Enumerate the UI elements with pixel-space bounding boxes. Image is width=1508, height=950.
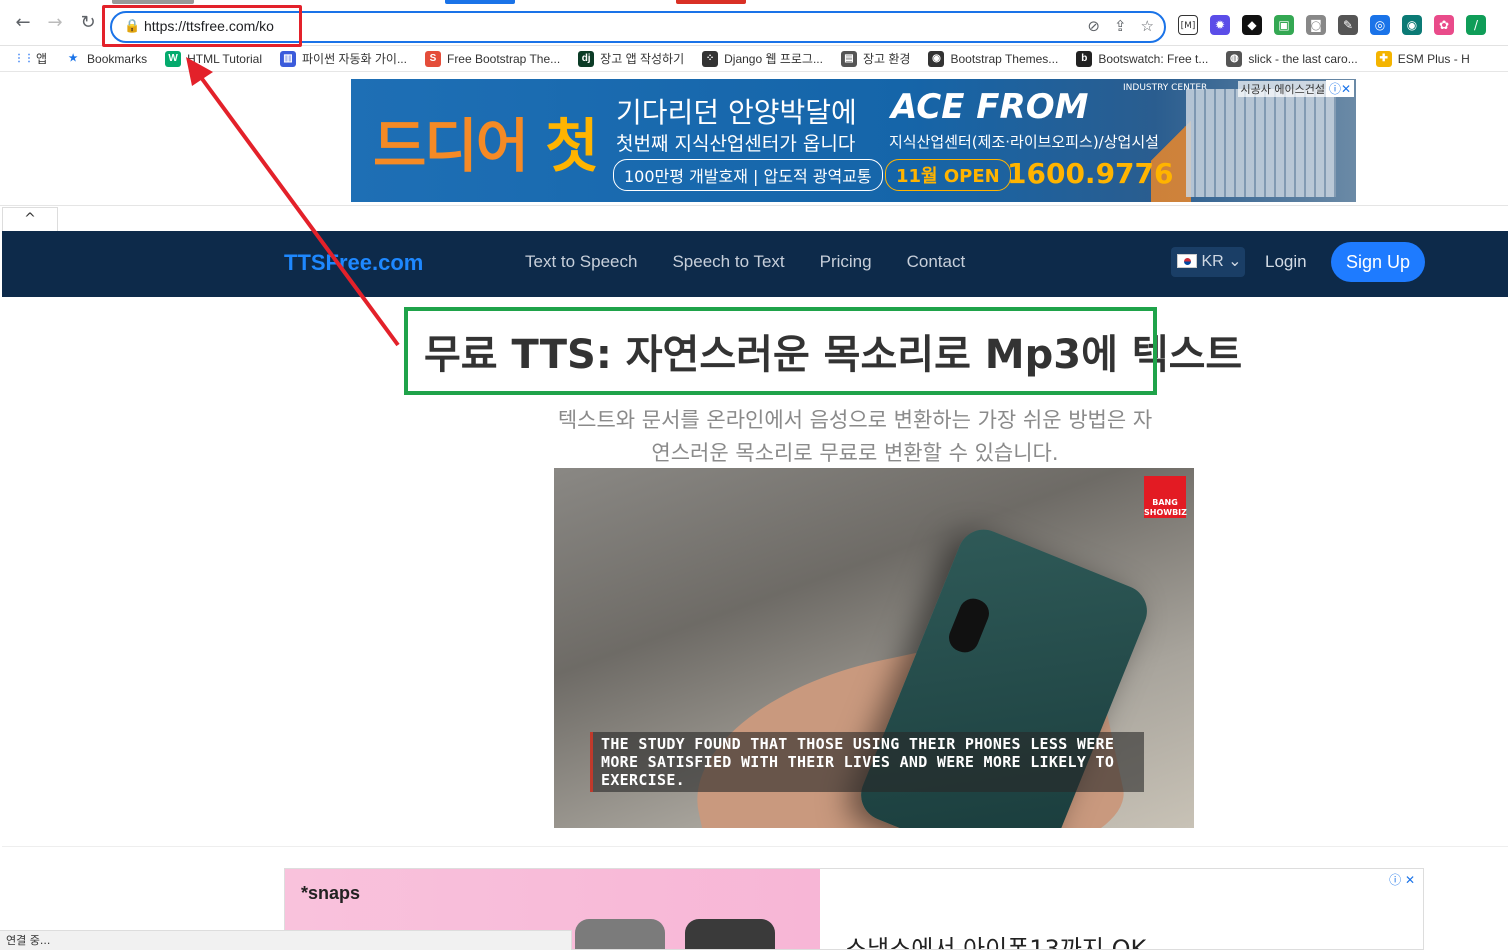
ad-text: 스냅스에서 아이폰13까지 OK [845,935,1147,950]
extension-icon[interactable]: ✹ [1210,15,1230,35]
circle-icon: ◉ [928,50,945,67]
bookmark-label: 파이썬 자동화 가이... [301,52,407,66]
bookmark-label: HTML Tutorial [187,51,262,66]
bookmark-item[interactable]: ◍ slick - the last caro... [1226,50,1358,67]
page-subtitle: 텍스트와 문서를 온라인에서 음성으로 변환하는 가장 쉬운 방법은 자연스러운… [557,408,1153,465]
bookmark-item[interactable]: ▤ 장고 환경 [840,50,911,67]
apps-grid-icon: ⋮⋮ [14,52,34,64]
extension-icon[interactable]: ◙ [1306,15,1326,35]
site-navbar: TTSFree.com Text to Speech Speech to Tex… [2,231,1508,297]
building-image [1186,89,1336,197]
bookmark-label: 장고 앱 작성하기 [600,52,685,66]
language-label: KR [1201,253,1224,270]
reload-icon[interactable]: ↻ [77,12,99,34]
login-link[interactable]: Login [1265,252,1307,272]
language-select[interactable]: KR ⌄ [1171,247,1245,277]
ad-close-icon[interactable]: ⓘ✕ [1325,80,1354,97]
doc-icon: ▤ [840,50,857,67]
divider [2,846,1508,847]
nav-speech-to-text[interactable]: Speech to Text [672,252,784,272]
bookmark-label: 앱 [36,52,48,66]
chevron-down-icon: ⌄ [1228,253,1242,270]
tab-hint [676,0,746,4]
forward-icon[interactable]: → [44,12,66,34]
w3-icon: W [165,50,182,67]
status-bar: 연결 중... [0,930,572,950]
bookmark-item[interactable]: ▥ 파이썬 자동화 가이... [279,50,407,67]
extension-icon[interactable]: ◉ [1402,15,1422,35]
ad-brand: ACE FROM [891,87,1089,127]
nav-pricing[interactable]: Pricing [820,252,872,272]
video-caption: THE STUDY FOUND THAT THOSE USING THEIR P… [590,732,1144,792]
bookmark-label: Bookmarks [87,51,148,66]
extension-icon[interactable]: ✿ [1434,15,1454,35]
plus-icon: ✚ [1375,50,1392,67]
bookmarks-bar: ⋮⋮ 앱 ★ Bookmarks W HTML Tutorial ▥ 파이썬 자동화 가이..… [0,46,1508,72]
title-highlight-box [404,307,1157,395]
ad-open-badge: 11월 OPEN [885,159,1011,191]
s-icon: S [424,50,441,67]
b-icon: b [1076,50,1093,67]
tab-hint [445,0,515,4]
bookmark-item[interactable]: ⁘ Django 웹 프로그... [702,50,823,67]
ad-line: 첫번째 지식산업센터가 옵니다 [616,133,856,155]
tab-hint [112,0,194,4]
bookmark-item[interactable]: S Free Bootstrap The... [424,50,561,67]
bookmark-label: 장고 환경 [862,52,911,66]
bookmark-item[interactable]: W HTML Tutorial [165,50,262,67]
ad-corner-text: 시공사 에이스건설 [1237,81,1328,97]
collapse-button[interactable]: ^ [2,207,58,231]
nav-text-to-speech[interactable]: Text to Speech [525,252,637,272]
globe-icon: ◍ [1226,50,1243,67]
extension-icon[interactable]: ◎ [1370,15,1390,35]
dj-icon: dj [578,50,595,67]
ad-phone: 1600.9776 [1007,157,1174,190]
video-player[interactable]: BANG SHOWBIZ THE STUDY FOUND THAT THOSE … [554,468,1194,828]
phone-image [575,919,665,949]
chevron-up-icon: ^ [24,211,36,227]
extension-icon[interactable]: ◆ [1242,15,1262,35]
signup-button[interactable]: Sign Up [1331,242,1425,282]
bookmark-item[interactable]: ★ Bookmarks [65,51,148,67]
ad-line: 100만평 개발호재 | 압도적 광역교통 [613,159,883,191]
dots-icon: ⁘ [702,50,719,67]
ad-line: 기다리던 안양박달에 [616,96,857,129]
star-icon: ★ [68,52,78,64]
nav-contact[interactable]: Contact [907,252,966,272]
extension-icon[interactable]: [M] [1178,15,1198,35]
top-ad-banner[interactable]: 드디어 첫 기다리던 안양박달에 첫번째 지식산업센터가 옵니다 100만평 개… [351,79,1356,202]
ad-close-icon[interactable]: ⓘ ✕ [1389,871,1415,888]
star-icon[interactable]: ☆ [1141,17,1154,35]
back-icon[interactable]: ← [12,12,34,34]
collapse-strip [0,205,1508,231]
ad-brand: *snaps [301,883,361,903]
bookmark-item[interactable]: b Bootswatch: Free t... [1076,50,1209,67]
bookmark-item[interactable]: dj 장고 앱 작성하기 [578,50,684,67]
share-icon[interactable]: ⇪ [1114,17,1127,35]
phone-image [685,919,775,949]
eye-off-icon[interactable]: ⊘ [1087,17,1100,35]
extension-icon[interactable]: ▣ [1274,15,1294,35]
extension-icon[interactable]: / [1466,15,1486,35]
bookmark-item[interactable]: ⋮⋮ 앱 [14,50,47,67]
site-logo[interactable]: TTSFree.com [284,250,423,276]
book-icon: ▥ [279,50,296,67]
ad-headline: 드디어 첫 [373,112,599,180]
channel-badge: BANG SHOWBIZ [1144,476,1187,518]
ad-line: 지식산업센터(제조·라이브오피스)/상업시설 [889,133,1159,151]
bookmark-label: Bootswatch: Free t... [1098,51,1209,66]
bookmark-label: Free Bootstrap The... [446,51,561,66]
url-highlight-box [102,5,302,47]
bookmark-label: Django 웹 프로그... [724,52,823,66]
bookmark-label: Bootstrap Themes... [950,51,1059,66]
bookmark-item[interactable]: ◉ Bootstrap Themes... [928,50,1059,67]
bookmark-item[interactable]: ✚ ESM Plus - H [1375,50,1470,67]
extensions-bar: [M] ✹ ◆ ▣ ◙ ✎ ◎ ◉ ✿ / [1178,15,1486,35]
extension-icon[interactable]: ✎ [1338,15,1358,35]
bookmark-label: slick - the last caro... [1248,51,1358,66]
bookmark-label: ESM Plus - H [1397,51,1470,66]
korea-flag-icon [1177,254,1197,268]
